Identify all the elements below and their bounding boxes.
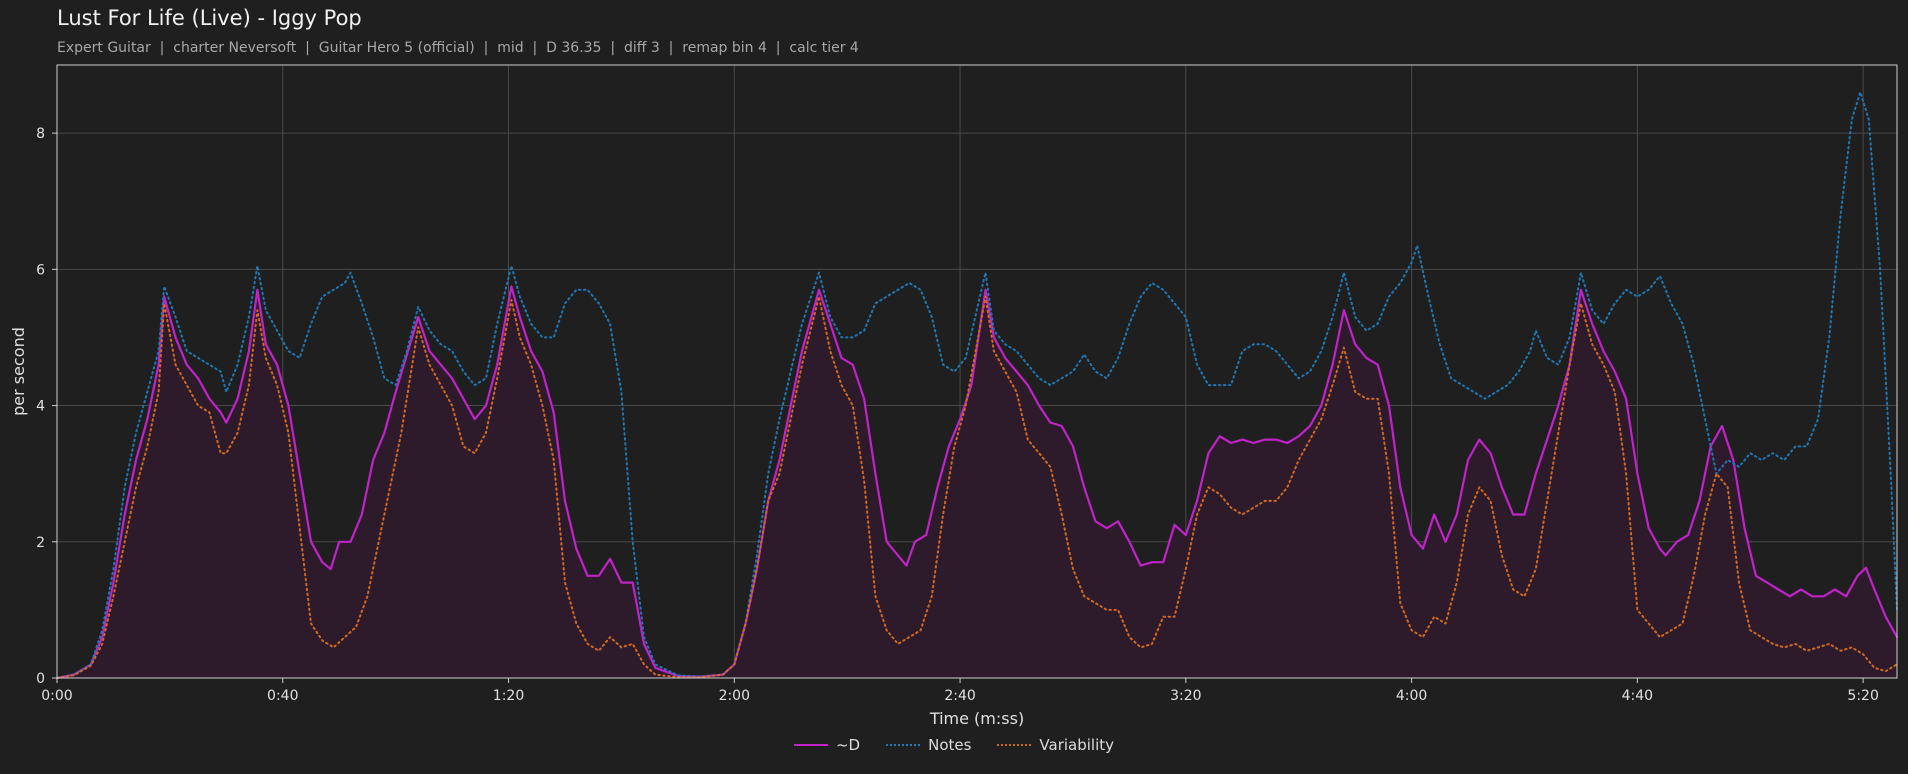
chart-svg: 0:00 0:40 1:20 2:00 2:40 3:20 4:00 4:40 5:20 0 2 4 6… xyxy=(9,64,1899,728)
y-tick-label: 6 xyxy=(36,262,45,278)
y-tick-label: 4 xyxy=(36,399,45,415)
y-tick-label: 0 xyxy=(36,671,45,687)
x-axis-label: Time (m:ss) xyxy=(929,709,1024,728)
legend-label: Notes xyxy=(928,736,972,754)
legend-label: ~D xyxy=(835,736,861,754)
x-tick-label: 2:00 xyxy=(719,688,750,704)
x-tick-label: 4:40 xyxy=(1622,688,1653,704)
legend-swatch xyxy=(997,744,1032,746)
series-layer xyxy=(55,91,1899,680)
legend-item[interactable]: Notes xyxy=(886,736,971,754)
x-tick-label: 5:20 xyxy=(1847,688,1878,704)
x-tick-label: 0:00 xyxy=(41,688,72,704)
x-tick-label: 2:40 xyxy=(944,688,975,704)
x-tick-label: 3:20 xyxy=(1170,688,1201,704)
legend-label: Variability xyxy=(1039,736,1115,754)
x-tick-label: 4:00 xyxy=(1396,688,1427,704)
x-tick-label: 1:20 xyxy=(493,688,524,704)
y-tick-label: 2 xyxy=(36,535,45,551)
legend[interactable]: ~D Notes Variability xyxy=(0,736,1908,754)
legend-item[interactable]: Variability xyxy=(997,736,1114,754)
legend-swatch xyxy=(793,744,828,746)
legend-item[interactable]: ~D xyxy=(793,736,861,754)
y-tick-label: 8 xyxy=(36,126,45,142)
y-axis-label: per second xyxy=(9,327,28,416)
legend-swatch xyxy=(886,744,921,746)
x-tick-label: 0:40 xyxy=(267,688,298,704)
